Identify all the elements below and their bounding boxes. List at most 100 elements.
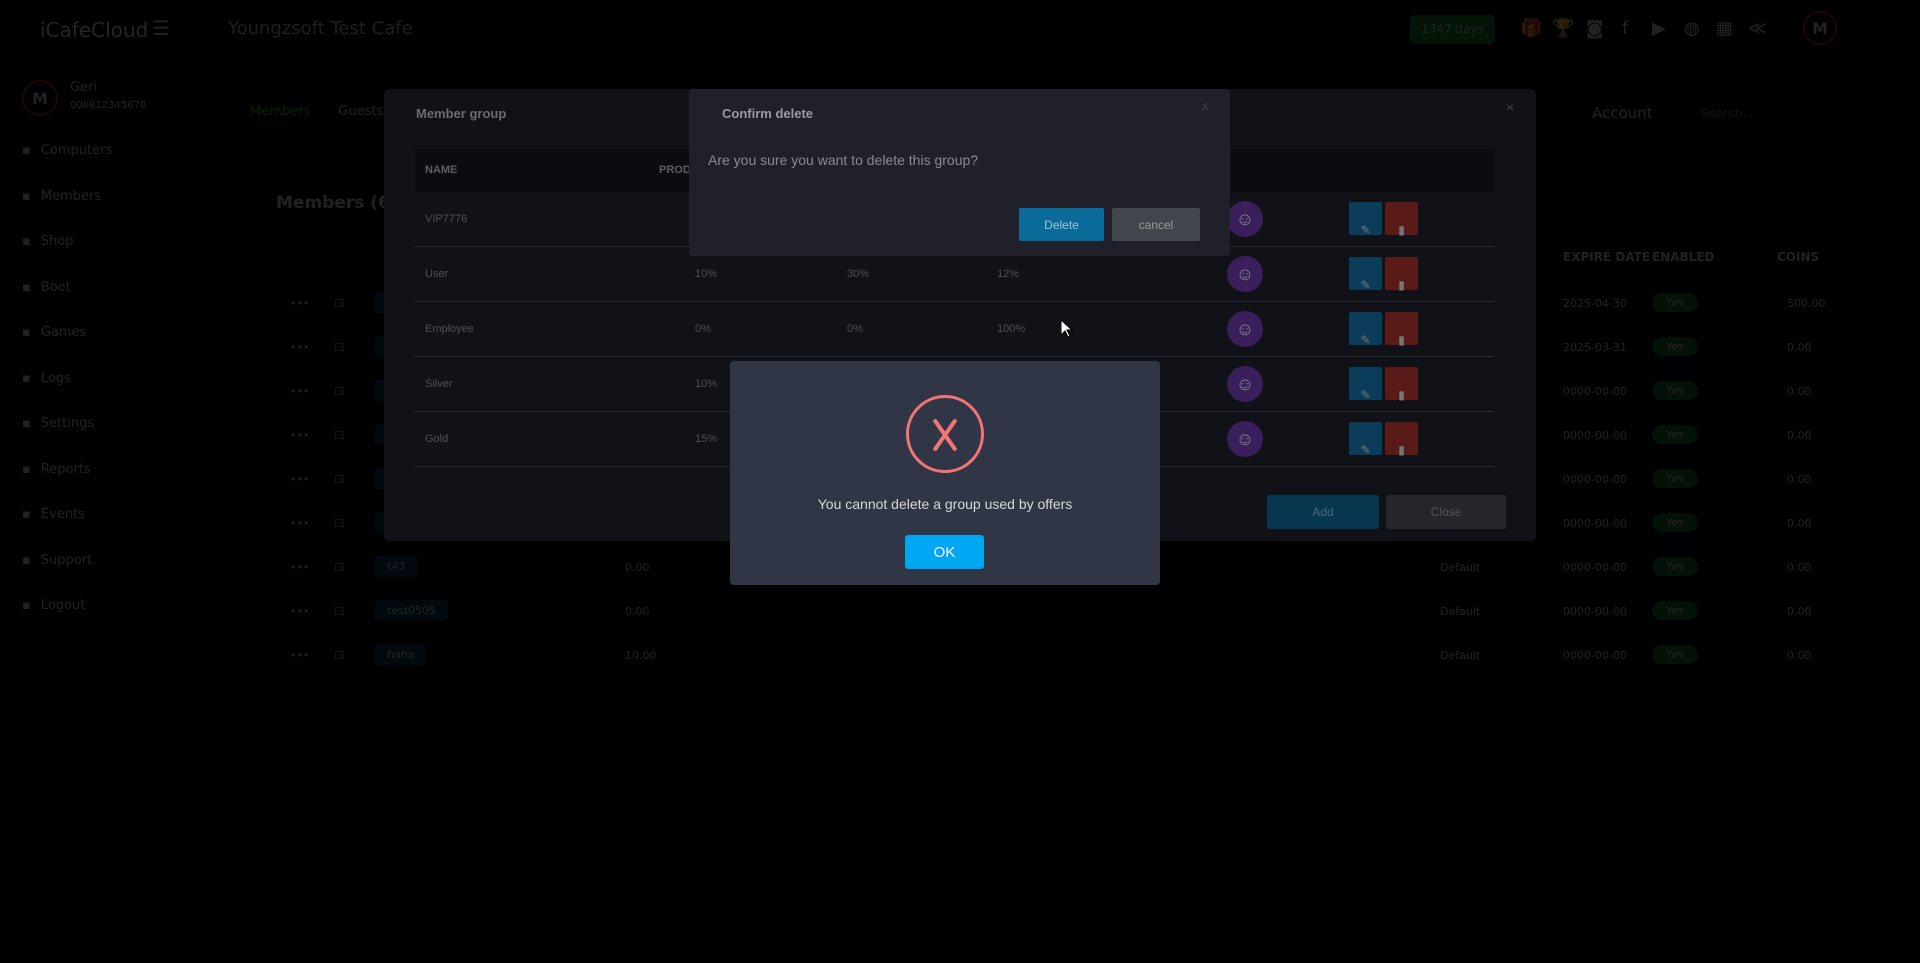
row-checkbox[interactable]: ☐ bbox=[334, 649, 344, 662]
sidebar-icon: ▪ bbox=[22, 188, 31, 204]
app-logo: iCafeCloud bbox=[40, 18, 149, 42]
add-button[interactable]: Add bbox=[1267, 495, 1379, 529]
account-chip[interactable]: t43 bbox=[375, 556, 418, 577]
header-coins[interactable]: COINS bbox=[1777, 250, 1819, 264]
trophy-icon[interactable]: 🏆 bbox=[1552, 18, 1574, 39]
profile-id: 006812345678 bbox=[70, 100, 147, 111]
trash-icon: ▮ bbox=[1398, 223, 1405, 237]
close-button[interactable]: Close bbox=[1386, 495, 1506, 529]
group-name: Employee bbox=[425, 323, 474, 335]
enabled-badge: Yes bbox=[1652, 293, 1698, 312]
sidebar-icon: ▪ bbox=[22, 552, 31, 568]
sidebar-item-reports[interactable]: ▪ Reports bbox=[22, 462, 91, 477]
edit-button[interactable]: ✎ bbox=[1349, 257, 1382, 292]
sidebar-item-label: Logs bbox=[40, 370, 71, 386]
sidebar-item-members[interactable]: ▪ Members bbox=[22, 189, 101, 204]
wiki-icon[interactable]: ▦ bbox=[1716, 18, 1733, 39]
youtube-icon[interactable]: ▶ bbox=[1652, 18, 1666, 39]
table-row[interactable]: ••• ☐ haha 10.00 Default 0000-00-00 Yes 0.00 bbox=[290, 635, 1812, 679]
sidebar-item-shop[interactable]: ▪ Shop bbox=[22, 234, 74, 249]
row-menu-icon[interactable]: ••• bbox=[290, 429, 309, 442]
top-bar: iCafeCloud ☰ Youngzsoft Test Cafe 1347 d… bbox=[0, 0, 1920, 58]
days-badge[interactable]: 1347 days bbox=[1410, 15, 1495, 44]
header-enabled[interactable]: ENABLED bbox=[1652, 250, 1714, 264]
enabled-badge: Yes bbox=[1652, 557, 1698, 576]
row-menu-icon[interactable]: ••• bbox=[290, 649, 309, 662]
sidebar-item-label: Logout bbox=[40, 598, 86, 613]
row-menu-icon[interactable]: ••• bbox=[290, 517, 309, 530]
tab-guests[interactable]: Guests bbox=[338, 104, 383, 119]
edit-button[interactable]: ✎ bbox=[1349, 312, 1382, 347]
row-checkbox[interactable]: ☐ bbox=[334, 385, 344, 398]
row-checkbox[interactable]: ☐ bbox=[334, 561, 344, 574]
filter-select[interactable]: Account bbox=[1592, 104, 1653, 122]
account-chip[interactable]: test0505 bbox=[375, 600, 449, 621]
sidebar-item-label: Support bbox=[40, 552, 93, 568]
facebook-icon[interactable]: f bbox=[1622, 18, 1628, 39]
group-name: User bbox=[425, 268, 449, 280]
delete-group-button[interactable]: ▮ bbox=[1385, 367, 1418, 402]
globe-icon[interactable]: ◍ bbox=[1684, 18, 1700, 39]
enabled-badge: Yes bbox=[1652, 381, 1698, 400]
cancel-button[interactable]: cancel bbox=[1112, 208, 1200, 241]
partner-icon[interactable]: ≪ bbox=[1748, 18, 1767, 39]
error-message: You cannot delete a group used by offers bbox=[817, 496, 1073, 512]
group-value: 15% bbox=[695, 433, 718, 445]
sidebar-item-boot[interactable]: ▪ Boot bbox=[22, 280, 71, 295]
group: Default bbox=[1440, 605, 1481, 618]
delete-group-button[interactable]: ▮ bbox=[1385, 202, 1418, 237]
ok-button[interactable]: OK bbox=[905, 535, 984, 569]
row-checkbox[interactable]: ☐ bbox=[334, 473, 344, 486]
row-menu-icon[interactable]: ••• bbox=[290, 473, 309, 486]
trash-icon: ▮ bbox=[1398, 333, 1405, 347]
delete-button[interactable]: Delete bbox=[1019, 208, 1104, 241]
dialog-title: Confirm delete bbox=[722, 106, 814, 121]
delete-group-button[interactable]: ▮ bbox=[1385, 312, 1418, 347]
row-menu-icon[interactable]: ••• bbox=[290, 605, 309, 618]
account-chip[interactable]: haha bbox=[375, 644, 427, 665]
sidebar-item-events[interactable]: ▪ Events bbox=[22, 507, 85, 522]
header-expire[interactable]: EXPIRE DATE bbox=[1563, 250, 1650, 264]
sidebar-item-logs[interactable]: ▪ Logs bbox=[22, 371, 71, 386]
row-checkbox[interactable]: ☐ bbox=[334, 605, 344, 618]
sidebar-item-support[interactable]: ▪ Support bbox=[22, 553, 92, 568]
edit-button[interactable]: ✎ bbox=[1349, 422, 1382, 457]
row-checkbox[interactable]: ☐ bbox=[334, 517, 344, 530]
close-icon[interactable]: × bbox=[1506, 99, 1514, 115]
tab-members[interactable]: Members bbox=[250, 104, 310, 119]
pencil-icon: ✎ bbox=[1360, 388, 1371, 402]
sidebar-item-settings[interactable]: ▪ Settings bbox=[22, 416, 94, 431]
discord-icon[interactable]: ◙ bbox=[1586, 18, 1603, 39]
sidebar-item-logout[interactable]: ▪ Logout bbox=[22, 598, 85, 613]
sidebar-icon: ▪ bbox=[22, 416, 31, 431]
row-checkbox[interactable]: ☐ bbox=[334, 341, 344, 354]
enabled-badge: Yes bbox=[1652, 601, 1698, 620]
row-checkbox[interactable]: ☐ bbox=[334, 429, 344, 442]
group: Default bbox=[1440, 561, 1481, 574]
gift-icon[interactable]: 🎁 bbox=[1520, 18, 1542, 39]
edit-button[interactable]: ✎ bbox=[1349, 202, 1382, 237]
delete-group-button[interactable]: ▮ bbox=[1385, 422, 1418, 457]
close-icon[interactable]: x bbox=[1202, 99, 1208, 113]
cafe-name: Youngzsoft Test Cafe bbox=[228, 18, 413, 39]
row-menu-icon[interactable]: ••• bbox=[290, 385, 309, 398]
expire-date: 0000-00-00 bbox=[1563, 473, 1627, 486]
mouse-cursor-icon bbox=[1061, 320, 1073, 338]
row-menu-icon[interactable]: ••• bbox=[290, 297, 309, 310]
ghost-avatar-icon: ☺ bbox=[1227, 421, 1263, 457]
sidebar-item-computers[interactable]: ▪ Computers bbox=[22, 143, 112, 158]
row-menu-icon[interactable]: ••• bbox=[290, 561, 309, 574]
sidebar-item-games[interactable]: ▪ Games bbox=[22, 325, 86, 340]
menu-icon[interactable]: ☰ bbox=[152, 16, 170, 40]
table-row[interactable]: ••• ☐ test0505 0.00 Default 0000-00-00 Yes 0.00 bbox=[290, 591, 1812, 635]
row-menu-icon[interactable]: ••• bbox=[290, 341, 309, 354]
row-checkbox[interactable]: ☐ bbox=[334, 297, 344, 310]
balance: 0.00 bbox=[625, 561, 650, 574]
edit-button[interactable]: ✎ bbox=[1349, 367, 1382, 402]
sidebar-icon: ▪ bbox=[22, 143, 31, 158]
group-name: VIP7776 bbox=[425, 213, 468, 225]
search-input[interactable] bbox=[1700, 100, 1840, 124]
sidebar-icon: ▪ bbox=[22, 598, 31, 613]
user-avatar[interactable]: M bbox=[1803, 11, 1837, 45]
delete-group-button[interactable]: ▮ bbox=[1385, 257, 1418, 292]
